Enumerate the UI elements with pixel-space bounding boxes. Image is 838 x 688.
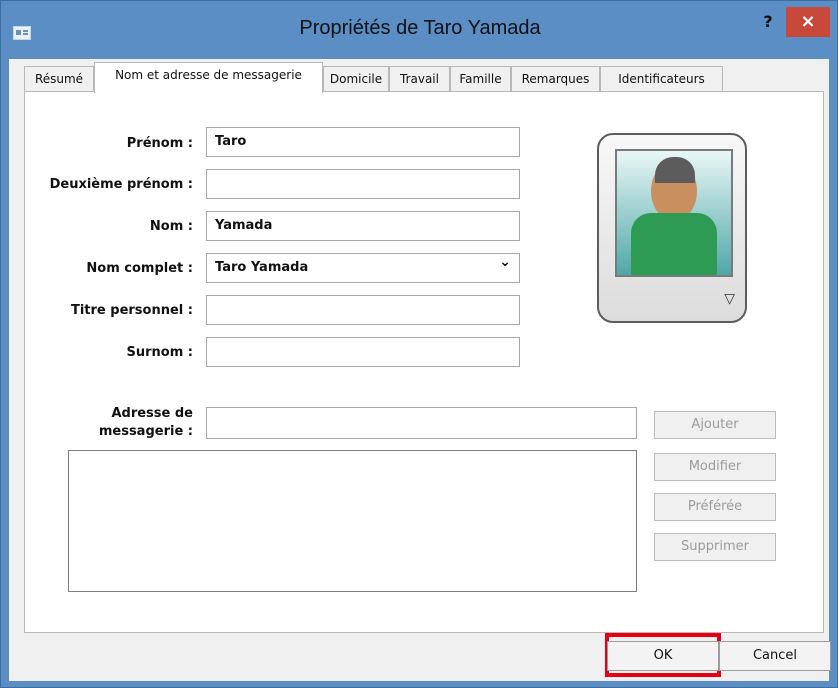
email-address-list[interactable] xyxy=(68,450,637,592)
person-hair xyxy=(655,157,695,183)
adresse-label-line-1: Adresse de xyxy=(111,406,193,421)
tab-identificateurs[interactable]: Identificateurs xyxy=(600,66,723,91)
adresse-label: Adresse de messagerie : xyxy=(33,405,193,441)
nom-input[interactable]: Yamada xyxy=(206,211,520,241)
titre-personnel-input[interactable] xyxy=(206,295,520,325)
tab-resume[interactable]: Résumé xyxy=(24,66,94,91)
tab-name-email[interactable]: Nom et adresse de messagerie xyxy=(94,62,323,93)
surnom-label: Surnom : xyxy=(126,345,194,360)
deuxieme-prenom-label: Deuxième prénom : xyxy=(49,177,193,192)
title-bar: Propriétés de Taro Yamada ? × xyxy=(1,1,837,57)
ok-button[interactable]: OK xyxy=(607,641,719,671)
close-button[interactable]: × xyxy=(786,7,830,37)
tab-domicile[interactable]: Domicile xyxy=(323,66,389,91)
modifier-button[interactable]: Modifier xyxy=(654,453,776,481)
adresse-label-line-2: messagerie : xyxy=(98,424,193,439)
email-address-input[interactable] xyxy=(206,407,637,439)
contact-picture[interactable]: ▽ xyxy=(597,133,747,323)
tab-remarques[interactable]: Remarques xyxy=(511,66,600,91)
prenom-label: Prénom : xyxy=(126,136,193,151)
titre-personnel-label: Titre personnel : xyxy=(70,303,193,318)
picture-dropdown-icon[interactable]: ▽ xyxy=(724,291,735,307)
tab-travail[interactable]: Travail xyxy=(389,66,450,91)
help-button[interactable]: ? xyxy=(753,10,783,34)
ajouter-button[interactable]: Ajouter xyxy=(654,411,776,439)
nom-complet-label: Nom complet : xyxy=(86,261,193,276)
contact-properties-window: Propriétés de Taro Yamada ? × Résumé Nom… xyxy=(0,0,838,688)
supprimer-button[interactable]: Supprimer xyxy=(654,533,776,561)
tab-famille[interactable]: Famille xyxy=(450,66,511,91)
surnom-input[interactable] xyxy=(206,337,520,367)
prenom-input[interactable]: Taro xyxy=(206,127,520,157)
deuxieme-prenom-input[interactable] xyxy=(206,169,520,199)
nom-complet-select[interactable]: Taro Yamada xyxy=(206,248,520,283)
person-icon xyxy=(615,149,733,277)
cancel-button[interactable]: Cancel xyxy=(719,641,831,671)
nom-label: Nom : xyxy=(149,219,193,234)
window-title: Propriétés de Taro Yamada xyxy=(299,17,541,39)
preferee-button[interactable]: Préférée xyxy=(654,493,776,521)
